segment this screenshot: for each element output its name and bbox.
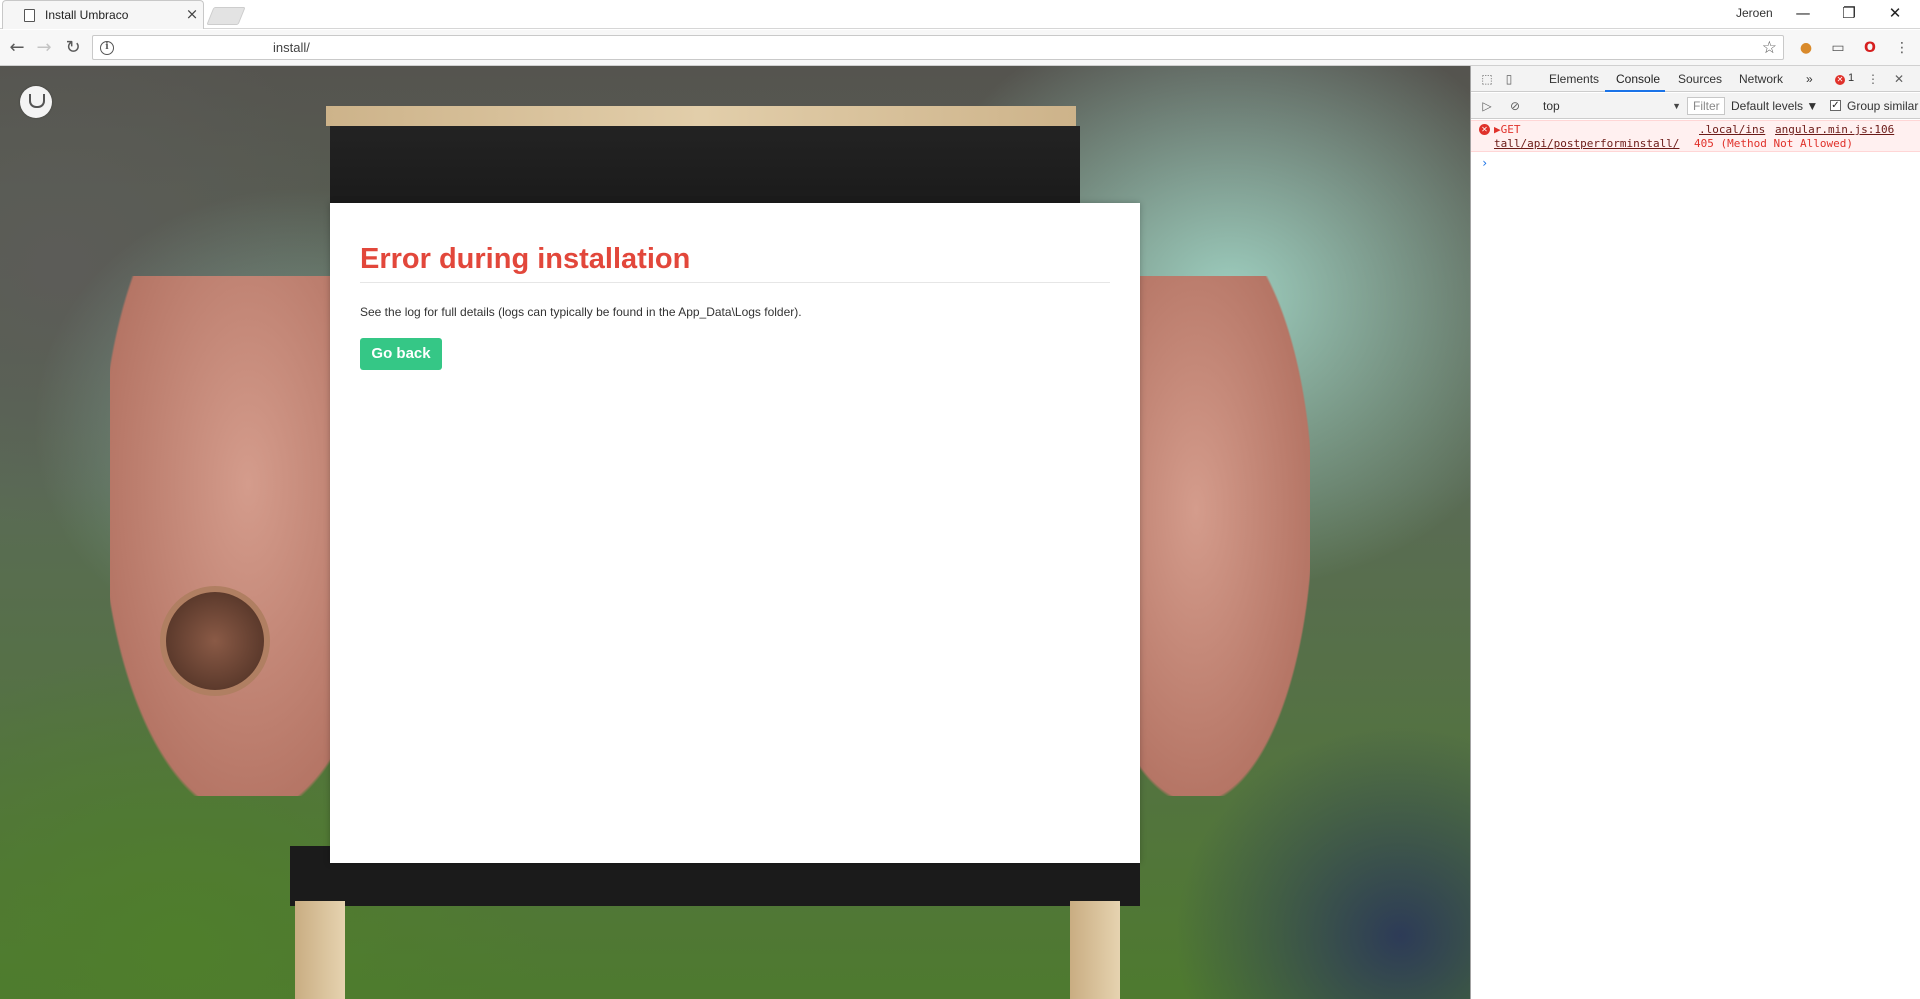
error-url-rest[interactable]: tall/api/postperforminstall/ bbox=[1494, 137, 1679, 150]
error-url-start[interactable]: .local/ins bbox=[1699, 123, 1765, 136]
context-select[interactable]: top ▼ bbox=[1541, 96, 1681, 116]
context-value: top bbox=[1543, 99, 1560, 113]
group-similar-label: Group similar bbox=[1847, 99, 1919, 113]
error-count-badge[interactable]: ✕ 1 bbox=[1835, 72, 1854, 85]
error-source-link[interactable]: angular.min.js:106 bbox=[1775, 123, 1894, 136]
error-title: Error during installation bbox=[360, 243, 691, 275]
cookie-extension-icon[interactable]: ● bbox=[1796, 38, 1816, 58]
title-divider bbox=[360, 282, 1110, 283]
reload-icon[interactable]: ↻ bbox=[61, 36, 85, 60]
console-filter-input[interactable]: Filter bbox=[1687, 97, 1725, 115]
close-window-button[interactable]: ✕ bbox=[1872, 0, 1918, 28]
clear-console-icon[interactable]: ⊘ bbox=[1507, 98, 1523, 114]
profile-name[interactable]: Jeroen bbox=[1736, 6, 1773, 20]
tab-sources[interactable]: Sources bbox=[1678, 72, 1722, 86]
console-filterbar: ▷ ⊘ top ▼ Filter Default levels ▼ ✓ Grou… bbox=[1471, 93, 1920, 119]
error-count: 1 bbox=[1848, 72, 1855, 84]
opera-extension-icon[interactable]: O bbox=[1860, 38, 1880, 58]
group-similar-checkbox[interactable]: ✓ bbox=[1830, 100, 1841, 111]
browser-toolbar: ← → ↻ i install/ ☆ bbox=[0, 30, 1920, 66]
sidebar-toggle-icon[interactable]: ▷ bbox=[1479, 98, 1495, 114]
error-status: 405 (Method Not Allowed) bbox=[1694, 137, 1853, 150]
inspect-element-icon[interactable]: ⬚ bbox=[1479, 71, 1495, 87]
background-chair-leg bbox=[295, 901, 345, 999]
site-info-icon[interactable]: i bbox=[100, 41, 114, 55]
tab-title: Install Umbraco bbox=[45, 8, 129, 22]
error-message: See the log for full details (logs can t… bbox=[360, 305, 802, 319]
error-card: Error during installation See the log fo… bbox=[330, 203, 1140, 863]
more-tabs-icon[interactable]: » bbox=[1806, 72, 1813, 86]
minimize-button[interactable]: — bbox=[1780, 0, 1826, 28]
background-left-arm bbox=[110, 276, 340, 796]
browser-titlebar: Install Umbraco × Jeroen — ❐ ✕ bbox=[0, 0, 1920, 29]
page-viewport: Error during installation See the log fo… bbox=[0, 66, 1470, 999]
cast-icon[interactable]: ▭ bbox=[1828, 38, 1848, 58]
umbraco-logo-icon bbox=[20, 86, 52, 118]
error-circle-icon: ✕ bbox=[1835, 75, 1845, 85]
devtools-panel: ⬚ ▯ Elements Console Sources Network » ✕… bbox=[1470, 66, 1920, 999]
url-text[interactable]: install/ bbox=[273, 40, 310, 55]
go-back-button[interactable]: Go back bbox=[360, 338, 442, 370]
context-dropdown-icon: ▼ bbox=[1672, 101, 1681, 111]
error-prefix[interactable]: ▶GET bbox=[1494, 123, 1521, 136]
tab-network[interactable]: Network bbox=[1739, 72, 1783, 86]
devtools-menu-icon[interactable]: ⋮ bbox=[1865, 71, 1881, 87]
background-chair-rail bbox=[326, 106, 1076, 126]
error-circle-icon: ✕ bbox=[1479, 124, 1490, 135]
devtools-tabbar: ⬚ ▯ Elements Console Sources Network » ✕… bbox=[1471, 66, 1920, 92]
devtools-close-icon[interactable]: ✕ bbox=[1891, 71, 1907, 87]
log-levels-select[interactable]: Default levels ▼ bbox=[1731, 99, 1818, 113]
menu-kebab-icon[interactable]: ⋮ bbox=[1892, 38, 1912, 58]
browser-tab[interactable]: Install Umbraco × bbox=[2, 0, 204, 29]
tab-close-icon[interactable]: × bbox=[184, 6, 200, 22]
new-tab-button[interactable] bbox=[206, 7, 246, 25]
console-error-message[interactable]: ✕ ▶GET .local/ins angular.min.js:106 tal… bbox=[1471, 120, 1920, 152]
tab-console[interactable]: Console bbox=[1616, 72, 1660, 86]
restore-button[interactable]: ❐ bbox=[1826, 0, 1872, 28]
console-prompt[interactable]: › bbox=[1481, 156, 1488, 170]
forward-arrow-icon[interactable]: → bbox=[32, 36, 56, 60]
page-favicon-icon bbox=[24, 9, 35, 22]
tab-elements[interactable]: Elements bbox=[1549, 72, 1599, 86]
background-watch bbox=[160, 586, 270, 696]
bookmark-star-icon[interactable]: ☆ bbox=[1762, 38, 1777, 58]
device-toolbar-icon[interactable]: ▯ bbox=[1501, 71, 1517, 87]
background-right-arm bbox=[1120, 276, 1310, 796]
back-arrow-icon[interactable]: ← bbox=[5, 36, 29, 60]
address-bar[interactable]: i install/ ☆ bbox=[92, 35, 1784, 60]
background-chair-leg bbox=[1070, 901, 1120, 999]
active-tab-indicator bbox=[1605, 90, 1665, 92]
